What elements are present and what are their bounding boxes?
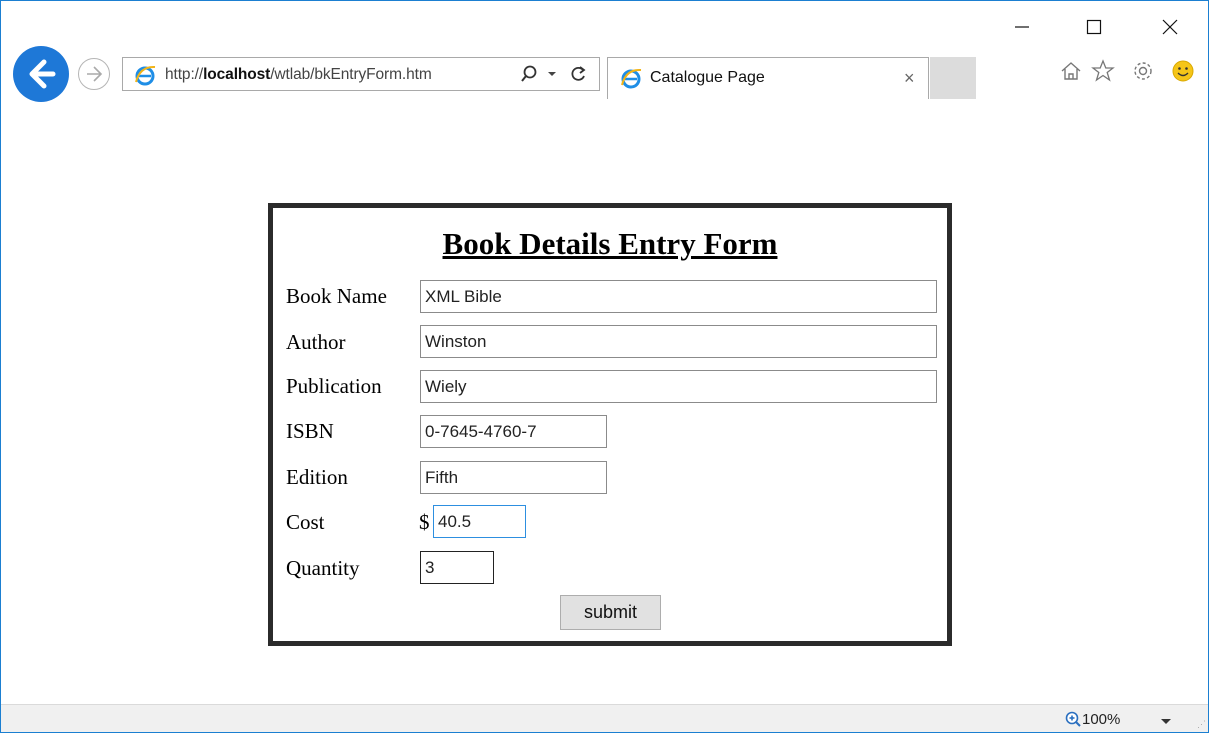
- ie-logo-icon: [134, 64, 156, 91]
- close-window-button[interactable]: [1147, 19, 1193, 49]
- url-prefix: http://: [165, 66, 204, 83]
- dropdown-caret-icon[interactable]: [546, 67, 558, 85]
- tab-catalogue-page[interactable]: Catalogue Page ×: [607, 57, 929, 99]
- back-button[interactable]: [13, 46, 69, 102]
- isbn-input[interactable]: [420, 415, 607, 448]
- gear-icon[interactable]: [1131, 59, 1155, 88]
- resize-grip-icon[interactable]: ⋰: [1197, 719, 1206, 730]
- maximize-icon: [1086, 19, 1102, 35]
- smiley-feedback-icon[interactable]: [1171, 59, 1195, 88]
- book-name-label: Book Name: [286, 284, 387, 308]
- arrow-right-icon: [87, 66, 103, 82]
- search-icon[interactable]: [520, 65, 538, 88]
- forward-button[interactable]: [78, 58, 110, 90]
- isbn-label: ISBN: [286, 419, 334, 443]
- url-host: localhost: [203, 66, 271, 83]
- favorites-star-icon[interactable]: [1091, 59, 1117, 88]
- cost-input[interactable]: [433, 505, 526, 538]
- publication-input[interactable]: [420, 370, 937, 403]
- minimize-icon: [1015, 26, 1029, 28]
- edition-label: Edition: [286, 465, 348, 489]
- arrow-left-icon: [29, 59, 56, 89]
- currency-symbol: $: [419, 510, 430, 534]
- refresh-icon[interactable]: [570, 65, 588, 88]
- minimize-button[interactable]: [999, 19, 1045, 49]
- quantity-input[interactable]: [420, 551, 494, 584]
- book-entry-form: Book Details Entry Form Book Name Author…: [268, 203, 952, 646]
- zoom-level[interactable]: 100%: [1082, 711, 1120, 728]
- edition-input[interactable]: [420, 461, 607, 494]
- browser-window: http://localhost/wtlab/bkEntryForm.htm C…: [0, 0, 1209, 733]
- form-title: Book Details Entry Form: [442, 226, 778, 261]
- new-tab-button[interactable]: [930, 57, 976, 99]
- url-path: /wtlab/bkEntryForm.htm: [270, 66, 432, 83]
- publication-label: Publication: [286, 374, 382, 398]
- url-text[interactable]: http://localhost/wtlab/bkEntryForm.htm: [165, 66, 432, 84]
- zoom-in-icon[interactable]: [1065, 711, 1081, 732]
- home-icon[interactable]: [1059, 59, 1083, 88]
- author-label: Author: [286, 330, 346, 354]
- submit-button[interactable]: submit: [560, 595, 661, 630]
- tab-close-icon[interactable]: ×: [904, 68, 915, 89]
- address-bar[interactable]: http://localhost/wtlab/bkEntryForm.htm: [122, 57, 600, 91]
- quantity-label: Quantity: [286, 556, 360, 580]
- close-icon: [1162, 19, 1178, 35]
- tab-title: Catalogue Page: [650, 69, 765, 86]
- zoom-dropdown-caret-icon[interactable]: [1160, 714, 1172, 732]
- author-input[interactable]: [420, 325, 937, 358]
- cost-label: Cost: [286, 510, 325, 534]
- maximize-button[interactable]: [1071, 19, 1117, 49]
- status-bar: 100% ⋰: [1, 704, 1208, 732]
- ie-logo-icon: [620, 67, 642, 94]
- book-name-input[interactable]: [420, 280, 937, 313]
